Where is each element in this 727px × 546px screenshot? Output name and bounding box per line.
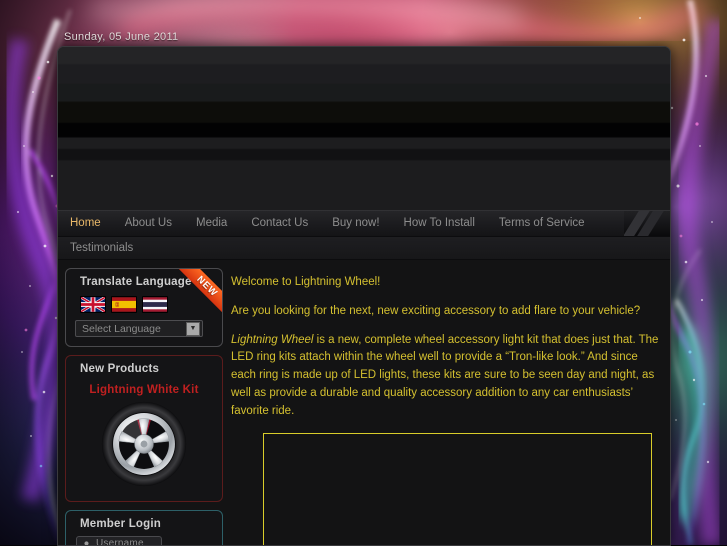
nav-item-testimonials[interactable]: Testimonials	[58, 237, 145, 259]
content-paragraph-italic: Lightning Wheel	[231, 333, 314, 346]
primary-nav-list: Home About Us Media Contact Us Buy now! …	[58, 211, 670, 236]
content-paragraph-rest: is a new, complete wheel accessory light…	[231, 333, 659, 417]
site-shell: Home About Us Media Contact Us Buy now! …	[57, 46, 671, 546]
nav-link-media[interactable]: Media	[184, 211, 239, 236]
products-widget-title: New Products	[80, 363, 160, 375]
nav-link-home[interactable]: Home	[58, 211, 113, 236]
product-name[interactable]: Lightning White Kit	[66, 381, 222, 401]
nav-link-about-us[interactable]: About Us	[113, 211, 184, 236]
main-content: Welcome to Lightning Wheel! Are you look…	[223, 268, 670, 545]
translate-widget-title: Translate Language	[80, 276, 192, 288]
content-paragraph: Lightning Wheel is a new, complete wheel…	[231, 332, 660, 421]
date-bar: Sunday, 05 June 2011	[64, 31, 179, 43]
nav-item-about-us[interactable]: About Us	[113, 211, 184, 236]
flag-thailand-icon[interactable]	[142, 296, 168, 313]
header-banner	[58, 47, 670, 210]
nav-slash-decoration	[624, 211, 670, 236]
site-page: Sunday, 05 June 2011 Home About Us Media…	[57, 28, 671, 546]
widget-new-products: New Products Lightning White Kit	[65, 355, 223, 502]
content-heading: Welcome to Lightning Wheel!	[231, 276, 381, 288]
nav-item-contact-us[interactable]: Contact Us	[239, 211, 320, 236]
nav-link-how-to-install[interactable]: How To Install	[392, 211, 487, 236]
nav-item-terms-of-service[interactable]: Terms of Service	[487, 211, 597, 236]
nav-item-media[interactable]: Media	[184, 211, 239, 236]
language-select[interactable]: Select Language ▼	[75, 320, 203, 337]
sidebar: NEW Translate Language Select Language ▼…	[58, 268, 223, 545]
nav-link-testimonials[interactable]: Testimonials	[58, 237, 145, 259]
primary-navigation: Home About Us Media Contact Us Buy now! …	[58, 210, 670, 237]
secondary-nav-list: Testimonials	[58, 237, 670, 259]
flag-united-kingdom-icon[interactable]	[80, 296, 106, 313]
nav-link-buy-now[interactable]: Buy now!	[320, 211, 391, 236]
nav-item-buy-now[interactable]: Buy now!	[320, 211, 391, 236]
media-placeholder-box[interactable]	[263, 432, 652, 545]
language-flag-list	[66, 294, 222, 320]
content-question: Are you looking for the next, new exciti…	[231, 304, 641, 317]
language-select-value: Select Language	[82, 322, 161, 335]
secondary-navigation: Testimonials	[58, 237, 670, 260]
nav-item-how-to-install[interactable]: How To Install	[392, 211, 487, 236]
nav-item-home[interactable]: Home	[58, 211, 113, 236]
chrome-wheel-icon	[101, 401, 187, 487]
widget-member-login: Member Login Username	[65, 510, 223, 545]
login-widget-title: Member Login	[80, 518, 161, 530]
flag-spain-icon[interactable]	[111, 296, 137, 313]
chevron-down-icon: ▼	[186, 321, 200, 336]
nav-link-terms-of-service[interactable]: Terms of Service	[487, 211, 597, 236]
widget-translate-language: NEW Translate Language Select Language ▼	[65, 268, 223, 347]
page-body: NEW Translate Language Select Language ▼…	[58, 260, 670, 545]
product-image-wrap[interactable]	[66, 401, 222, 495]
nav-link-contact-us[interactable]: Contact Us	[239, 211, 320, 236]
